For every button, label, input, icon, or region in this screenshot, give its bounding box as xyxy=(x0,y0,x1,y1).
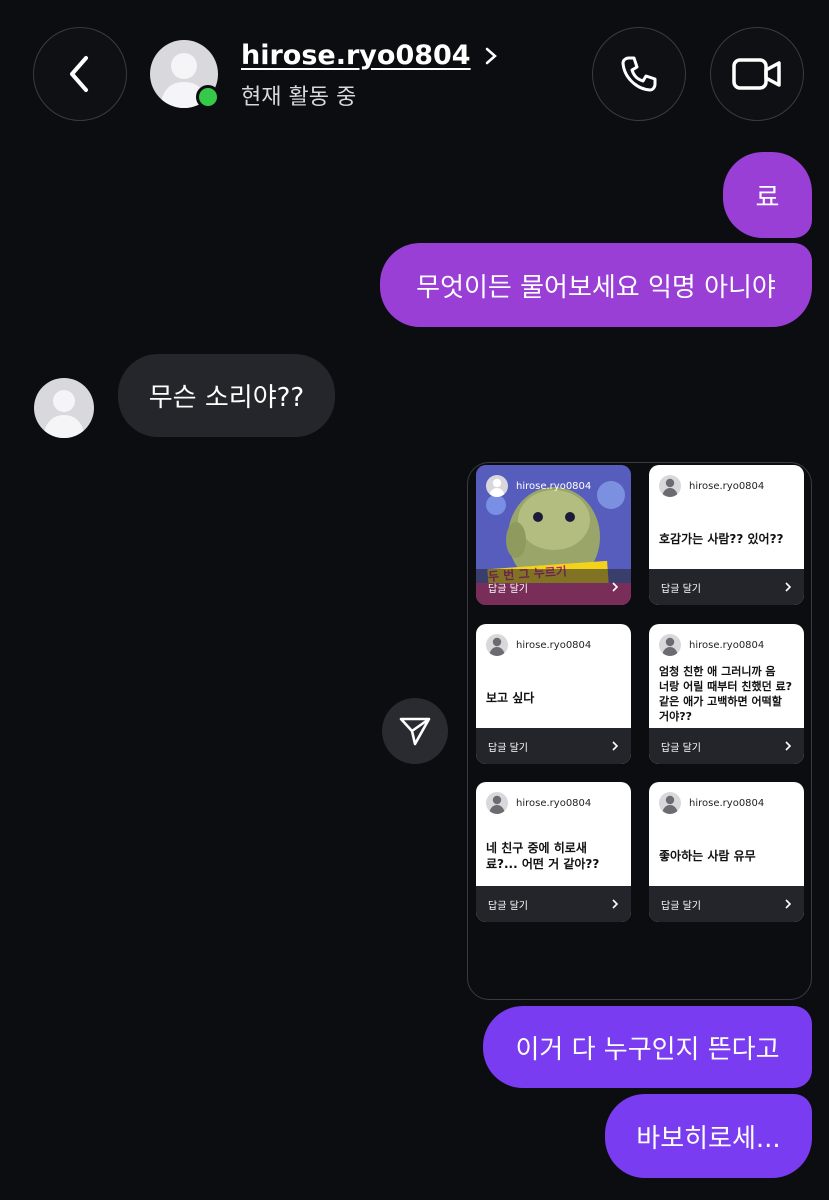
reply-label: 답글 달기 xyxy=(488,900,528,912)
chevron-right-icon xyxy=(485,47,497,64)
story-card[interactable]: hirose.ryo0804 네 친구 중에 히로새 료?... 어떤 거 같아… xyxy=(476,782,631,922)
avatar xyxy=(659,634,681,656)
card-username: hirose.ryo0804 xyxy=(689,480,765,492)
shared-post[interactable]: 두 번 그 누르기 hirose.ryo0804 답글 달기 hirose.ry… xyxy=(467,462,812,1000)
chevron-right-icon xyxy=(785,899,792,909)
person-silhouette-icon xyxy=(489,795,505,814)
card-question: 네 친구 중에 히로새 료?... 어떤 거 같아?? xyxy=(486,840,600,871)
video-call-button[interactable] xyxy=(710,27,804,121)
card-username: hirose.ryo0804 xyxy=(689,797,765,809)
chevron-right-icon xyxy=(612,582,619,592)
card-question: 엄청 친한 애 그러니까 음 너랑 어릴 때부터 친했던 료? 같은 애가 고백… xyxy=(659,665,793,723)
reply-button[interactable]: 답글 달기 xyxy=(476,569,631,605)
message-bubble-sent[interactable]: 무엇이든 물어보세요 익명 아니야 xyxy=(380,243,812,327)
video-camera-icon xyxy=(732,58,781,90)
person-silhouette-icon xyxy=(662,478,678,497)
message-text: 무슨 소리야?? xyxy=(148,383,305,413)
back-button[interactable] xyxy=(33,27,127,121)
message-text: 료 xyxy=(755,182,780,213)
chevron-right-icon xyxy=(612,899,619,909)
card-question: 좋아하는 사람 유무 xyxy=(659,848,756,863)
sender-avatar[interactable] xyxy=(34,378,94,438)
reply-button[interactable]: 답글 달기 xyxy=(476,886,631,922)
person-silhouette-icon xyxy=(662,637,678,656)
avatar xyxy=(486,475,508,497)
reply-button[interactable]: 답글 달기 xyxy=(649,569,804,605)
person-silhouette-icon xyxy=(489,478,505,497)
avatar xyxy=(659,792,681,814)
message-bubble-sent[interactable]: 바보히로세... xyxy=(605,1094,812,1178)
online-status-dot xyxy=(196,85,220,109)
username: hirose.ryo0804 xyxy=(241,40,471,71)
activity-status: 현재 활동 중 xyxy=(241,85,357,110)
card-header: hirose.ryo0804 xyxy=(659,475,764,497)
story-card[interactable]: hirose.ryo0804 보고 싶다 답글 달기 xyxy=(476,624,631,764)
person-silhouette-icon xyxy=(43,390,85,438)
profile-avatar[interactable] xyxy=(150,40,220,110)
message-bubble-sent[interactable]: 료 xyxy=(723,152,812,238)
card-question: 호감가는 사람?? 있어?? xyxy=(659,531,784,546)
person-silhouette-icon xyxy=(489,637,505,656)
reply-label: 답글 달기 xyxy=(661,742,701,754)
avatar xyxy=(659,475,681,497)
chevron-right-icon xyxy=(785,741,792,751)
card-question: 보고 싶다 xyxy=(486,690,535,705)
card-username: hirose.ryo0804 xyxy=(516,797,592,809)
message-bubble-received[interactable]: 무슨 소리야?? xyxy=(118,354,335,437)
reply-label: 답글 달기 xyxy=(488,583,528,595)
message-text: 이거 다 누구인지 뜬다고 xyxy=(515,1034,780,1065)
person-silhouette-icon xyxy=(662,795,678,814)
story-card[interactable]: hirose.ryo0804 호감가는 사람?? 있어?? 답글 달기 xyxy=(649,465,804,605)
reply-label: 답글 달기 xyxy=(661,900,701,912)
card-username: hirose.ryo0804 xyxy=(516,480,592,492)
reply-button[interactable]: 답글 달기 xyxy=(649,728,804,764)
reply-button[interactable]: 답글 달기 xyxy=(476,728,631,764)
call-button[interactable] xyxy=(592,27,686,121)
reply-button[interactable]: 답글 달기 xyxy=(649,886,804,922)
card-header: hirose.ryo0804 xyxy=(486,475,591,497)
share-button[interactable] xyxy=(382,698,448,764)
card-username: hirose.ryo0804 xyxy=(516,639,592,651)
chevron-left-icon xyxy=(70,56,88,92)
story-card[interactable]: hirose.ryo0804 좋아하는 사람 유무 답글 달기 xyxy=(649,782,804,922)
story-card[interactable]: hirose.ryo0804 엄청 친한 애 그러니까 음 너랑 어릴 때부터 … xyxy=(649,624,804,764)
card-header: hirose.ryo0804 xyxy=(659,792,764,814)
reply-label: 답글 달기 xyxy=(661,583,701,595)
card-header: hirose.ryo0804 xyxy=(486,792,591,814)
avatar xyxy=(486,634,508,656)
chevron-right-icon xyxy=(612,741,619,751)
card-header: hirose.ryo0804 xyxy=(659,634,764,656)
reply-label: 답글 달기 xyxy=(488,742,528,754)
avatar xyxy=(486,792,508,814)
message-text: 무엇이든 물어보세요 익명 아니야 xyxy=(416,272,776,303)
message-bubble-sent[interactable]: 이거 다 누구인지 뜬다고 xyxy=(483,1006,812,1088)
message-text: 바보히로세... xyxy=(636,1123,781,1154)
chevron-right-icon xyxy=(785,582,792,592)
card-header: hirose.ryo0804 xyxy=(486,634,591,656)
username-link[interactable]: hirose.ryo0804 xyxy=(241,40,499,71)
phone-icon xyxy=(621,56,657,92)
paper-plane-icon xyxy=(399,717,431,746)
card-username: hirose.ryo0804 xyxy=(689,639,765,651)
story-card[interactable]: 두 번 그 누르기 hirose.ryo0804 답글 달기 xyxy=(476,465,631,605)
